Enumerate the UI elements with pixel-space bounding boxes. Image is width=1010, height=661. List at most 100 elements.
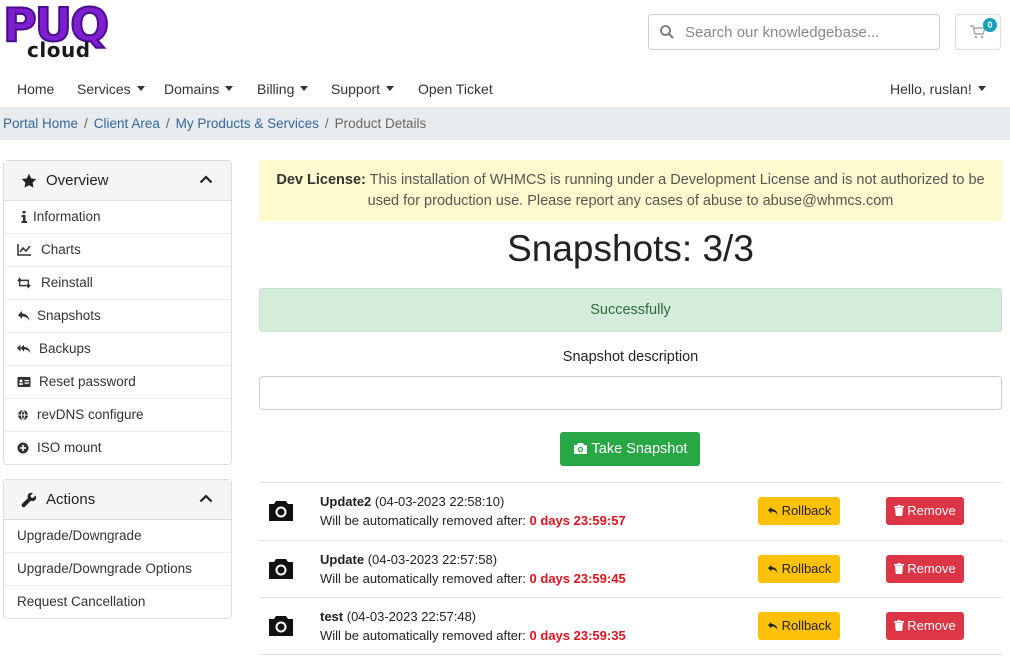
trash-icon bbox=[894, 563, 905, 574]
success-alert: Successfully bbox=[259, 288, 1002, 332]
camera-icon bbox=[573, 443, 587, 454]
sidebar-item-label: Information bbox=[33, 209, 101, 224]
remove-button[interactable]: Remove bbox=[886, 612, 964, 640]
actions-panel: Actions Upgrade/Downgrade Upgrade/Downgr… bbox=[3, 479, 232, 619]
reply-icon bbox=[767, 621, 778, 631]
puq-cloud-logo[interactable]: PUQ cloud bbox=[2, 0, 128, 62]
caret-down-icon bbox=[977, 85, 986, 91]
snapshot-description-input[interactable] bbox=[259, 376, 1002, 410]
snapshot-row: Update (04-03-2023 22:57:58) Will be aut… bbox=[259, 540, 1002, 598]
snapshot-expiry-label: Will be automatically removed after: bbox=[320, 513, 526, 528]
camera-icon bbox=[269, 616, 293, 636]
nav-open-ticket[interactable]: Open Ticket bbox=[418, 81, 493, 97]
remove-button[interactable]: Remove bbox=[886, 497, 964, 525]
remove-label: Remove bbox=[907, 503, 956, 518]
user-menu[interactable]: Hello, ruslan! bbox=[890, 81, 986, 97]
snapshot-expiry-label: Will be automatically removed after: bbox=[320, 571, 526, 586]
take-snapshot-button[interactable]: Take Snapshot bbox=[560, 432, 700, 466]
snapshot-date: (04-03-2023 22:58:10) bbox=[374, 494, 505, 509]
info-icon bbox=[21, 211, 27, 223]
rollback-button[interactable]: Rollback bbox=[758, 497, 840, 525]
sidebar-item-request-cancellation[interactable]: Request Cancellation bbox=[4, 586, 231, 619]
sidebar-item-upgrade-downgrade[interactable]: Upgrade/Downgrade bbox=[4, 520, 231, 553]
logo-subtext: cloud bbox=[27, 38, 91, 62]
sidebar-item-snapshots[interactable]: Snapshots bbox=[4, 300, 231, 333]
chevron-up-icon[interactable] bbox=[199, 493, 213, 503]
cart-button[interactable]: 0 bbox=[955, 14, 1001, 50]
rollback-label: Rollback bbox=[781, 618, 832, 633]
nav-billing[interactable]: Billing bbox=[257, 81, 309, 97]
sidebar-item-label: Reset password bbox=[39, 374, 136, 389]
remove-label: Remove bbox=[907, 561, 956, 576]
id-card-icon bbox=[17, 377, 31, 387]
nav-support[interactable]: Support bbox=[331, 81, 395, 97]
chevron-up-icon[interactable] bbox=[199, 174, 213, 184]
nav-home[interactable]: Home bbox=[17, 81, 54, 97]
sidebar-item-iso-mount[interactable]: ISO mount bbox=[4, 432, 231, 465]
snapshot-title: Update (04-03-2023 22:57:58) bbox=[320, 552, 497, 567]
snapshot-expiry: Will be automatically removed after: 0 d… bbox=[320, 628, 626, 643]
overview-panel-header[interactable]: Overview bbox=[4, 161, 231, 201]
retweet-icon bbox=[17, 277, 31, 289]
breadcrumb-client-area[interactable]: Client Area bbox=[94, 116, 160, 131]
dev-license-label: Dev License: bbox=[276, 172, 366, 188]
sidebar-item-label: Reinstall bbox=[41, 275, 93, 290]
main-nav: Home Services Domains Billing Support Op… bbox=[0, 74, 1010, 106]
trash-icon bbox=[894, 505, 905, 516]
nav-home-label: Home bbox=[17, 81, 55, 97]
camera-icon bbox=[269, 501, 293, 521]
user-greeting: Hello, ruslan! bbox=[890, 81, 972, 97]
sidebar-item-label: ISO mount bbox=[37, 440, 102, 455]
snapshot-description-label: Snapshot description bbox=[562, 349, 699, 365]
snapshot-expiry-label: Will be automatically removed after: bbox=[320, 628, 526, 643]
actions-title: Actions bbox=[46, 491, 96, 508]
nav-services[interactable]: Services bbox=[77, 81, 145, 97]
sidebar-item-label: Request Cancellation bbox=[17, 594, 146, 609]
sidebar-item-label: Upgrade/Downgrade Options bbox=[17, 561, 192, 576]
rollback-button[interactable]: Rollback bbox=[758, 612, 840, 640]
caret-down-icon bbox=[386, 85, 395, 91]
cart-count-badge: 0 bbox=[983, 18, 997, 32]
snapshot-title: test (04-03-2023 22:57:48) bbox=[320, 609, 476, 624]
sidebar-item-label: Backups bbox=[39, 341, 91, 356]
snapshot-name: Update bbox=[320, 552, 365, 567]
search-input[interactable] bbox=[685, 15, 935, 49]
wrench-icon bbox=[21, 492, 37, 508]
reply-icon bbox=[767, 564, 778, 574]
breadcrumb-separator: / bbox=[84, 116, 88, 131]
dev-license-text: This installation of WHMCS is running un… bbox=[367, 172, 985, 209]
sidebar-item-reinstall[interactable]: Reinstall bbox=[4, 267, 231, 300]
sidebar-item-revdns[interactable]: revDNS configure bbox=[4, 399, 231, 432]
nav-domains[interactable]: Domains bbox=[164, 81, 234, 97]
remove-button[interactable]: Remove bbox=[886, 555, 964, 583]
plus-circle-icon bbox=[17, 442, 29, 454]
caret-down-icon bbox=[225, 85, 234, 91]
reply-icon bbox=[18, 311, 30, 321]
snapshot-name: Update2 bbox=[320, 494, 372, 509]
actions-panel-header[interactable]: Actions bbox=[4, 480, 231, 520]
knowledgebase-search bbox=[648, 14, 940, 50]
sidebar-item-backups[interactable]: Backups bbox=[4, 333, 231, 366]
snapshot-date: (04-03-2023 22:57:58) bbox=[367, 552, 498, 567]
snapshot-expiry-time: 0 days 23:59:57 bbox=[529, 513, 626, 528]
sidebar-item-upgrade-downgrade-options[interactable]: Upgrade/Downgrade Options bbox=[4, 553, 231, 586]
sidebar-item-label: Snapshots bbox=[37, 308, 101, 323]
rollback-label: Rollback bbox=[781, 503, 832, 518]
globe-icon bbox=[18, 409, 28, 421]
snapshot-expiry-time: 0 days 23:59:45 bbox=[529, 571, 626, 586]
rollback-label: Rollback bbox=[781, 561, 832, 576]
snapshot-row: Update2 (04-03-2023 22:58:10) Will be au… bbox=[259, 482, 1002, 540]
sidebar-item-label: Charts bbox=[41, 242, 81, 257]
nav-domains-label: Domains bbox=[164, 81, 220, 97]
sidebar-item-information[interactable]: Information bbox=[4, 201, 231, 234]
reply-all-icon bbox=[17, 344, 31, 354]
breadcrumb-portal-home[interactable]: Portal Home bbox=[3, 116, 78, 131]
sidebar-item-charts[interactable]: Charts bbox=[4, 234, 231, 267]
reply-icon bbox=[767, 506, 778, 516]
snapshot-name: test bbox=[320, 609, 344, 624]
rollback-button[interactable]: Rollback bbox=[758, 555, 840, 583]
snapshot-expiry-time: 0 days 23:59:35 bbox=[529, 628, 626, 643]
breadcrumb-my-products[interactable]: My Products & Services bbox=[176, 116, 319, 131]
caret-down-icon bbox=[136, 85, 145, 91]
sidebar-item-reset-password[interactable]: Reset password bbox=[4, 366, 231, 399]
